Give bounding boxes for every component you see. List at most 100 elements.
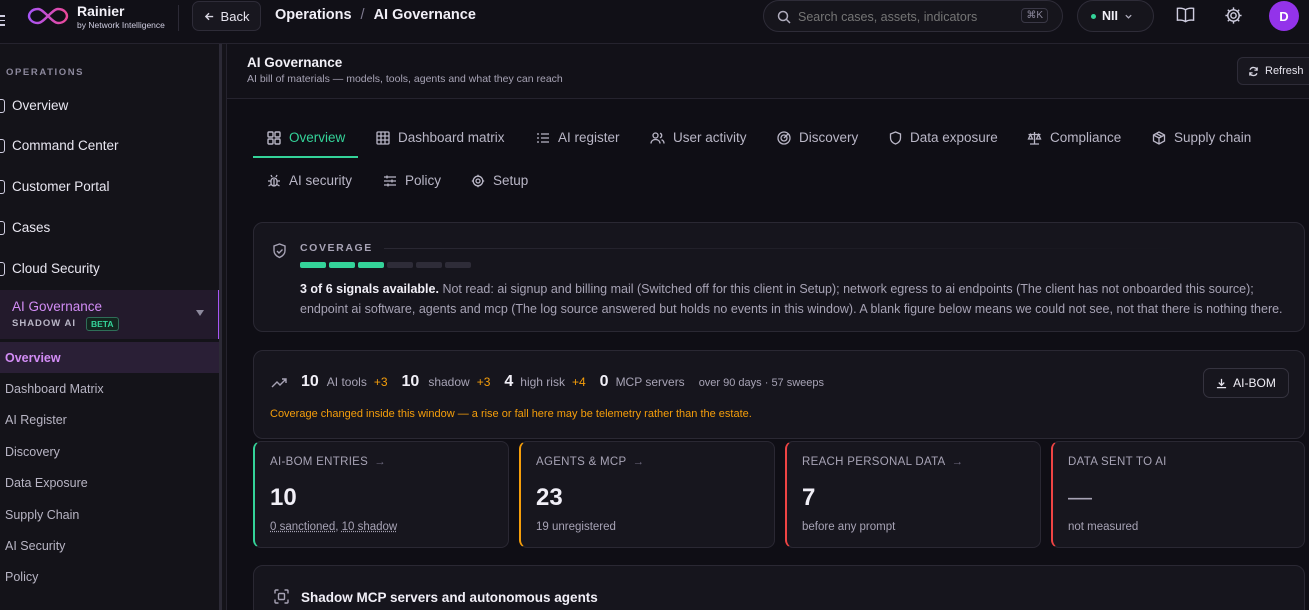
tab-ai-register[interactable]: AI register — [536, 130, 620, 145]
tab-label: User activity — [673, 130, 747, 145]
sidebar-subitem-ai-security[interactable]: AI Security — [5, 539, 65, 553]
sidebar-item-ai-governance[interactable]: AI Governance SHADOW AI BETA — [0, 290, 221, 339]
breadcrumb-separator: / — [360, 7, 365, 23]
coverage-warning: Coverage changed inside this window — a … — [270, 408, 752, 420]
sidebar-item-label: Overview — [12, 98, 69, 113]
tab-data-exposure[interactable]: Data exposure — [889, 130, 998, 145]
square-icon — [0, 220, 5, 235]
tab-discovery[interactable]: Discovery — [777, 130, 858, 145]
search-input[interactable] — [798, 7, 1008, 26]
square-icon — [0, 261, 5, 276]
package-icon — [1152, 130, 1166, 145]
sidebar-item-label: Command Center — [12, 138, 119, 153]
tab-ai-security[interactable]: AI security — [267, 173, 352, 188]
tenant-status-dot — [1091, 13, 1096, 19]
stat-value: 7 — [802, 484, 816, 511]
sidebar-subitem-dashboard-matrix[interactable]: Dashboard Matrix — [5, 382, 104, 396]
aibom-button[interactable]: AI-BOM — [1203, 368, 1289, 398]
sidebar-subitem-discovery[interactable]: Discovery — [5, 445, 60, 459]
square-icon — [0, 179, 5, 194]
tenant-selector[interactable]: NII — [1077, 0, 1154, 32]
sidebar-item-command-center[interactable]: Command Center — [0, 138, 119, 153]
search-box[interactable]: ⌘K — [763, 0, 1063, 32]
sidebar-section-title: OPERATIONS — [6, 67, 85, 78]
stat-subtext: 0 sanctioned, 10 shadow — [270, 521, 398, 533]
coverage-segment — [300, 262, 326, 268]
sidebar-subitem-ai-register[interactable]: AI Register — [5, 413, 67, 427]
stat-card-agents-mcp[interactable]: AGENTS & MCP → 23 19 unregistered — [519, 441, 775, 548]
breadcrumb: Operations / AI Governance — [275, 7, 476, 23]
tab-compliance[interactable]: Compliance — [1027, 130, 1121, 145]
stat-subtext: 19 unregistered — [536, 521, 616, 533]
list-icon — [537, 132, 549, 143]
tab-label: Compliance — [1050, 130, 1122, 145]
ai-tools-delta: +3 — [373, 375, 388, 389]
gear-icon — [471, 174, 485, 187]
sidebar-item-overview[interactable]: Overview — [0, 98, 68, 113]
sidebar-item-cases[interactable]: Cases — [0, 220, 50, 235]
ai-tools-label: AI tools — [326, 375, 367, 389]
tab-label: Overview — [289, 130, 346, 145]
shadow-delta: +3 — [476, 375, 491, 389]
coverage-segment — [358, 262, 384, 268]
scale-icon — [1027, 131, 1042, 145]
sidebar-subitem-policy[interactable]: Policy — [5, 570, 38, 584]
stat-card-aibom-entries[interactable]: AI-BOM ENTRIES → 10 0 sanctioned, 10 shad… — [253, 441, 509, 548]
tab-setup[interactable]: Setup — [471, 173, 528, 188]
sidebar-scrollbar[interactable] — [219, 44, 222, 610]
sidebar-item-label: Cloud Security — [12, 261, 100, 276]
beta-badge: BETA — [86, 317, 119, 331]
users-icon — [650, 131, 665, 144]
tab-label: Dashboard matrix — [398, 130, 505, 145]
tab-label: Discovery — [799, 130, 859, 145]
back-button-label: Back — [220, 8, 250, 24]
tab-policy[interactable]: Policy — [383, 173, 441, 188]
avatar[interactable]: D — [1269, 1, 1299, 31]
sanctioned-link[interactable]: 0 sanctioned — [270, 521, 335, 533]
refresh-label: Refresh — [1265, 65, 1304, 77]
coverage-label: COVERAGE — [300, 242, 373, 254]
high-risk-label: high risk — [520, 375, 565, 389]
sidebar-subitem-supply-chain[interactable]: Supply Chain — [5, 508, 79, 522]
sidebar-subitem-overview-label[interactable]: Overview — [5, 351, 61, 365]
tab-dashboard-matrix[interactable]: Dashboard matrix — [376, 130, 505, 145]
tenant-name: NII — [1102, 9, 1118, 23]
arrow-right-icon: → — [374, 456, 386, 468]
shadow-label: shadow — [428, 375, 470, 389]
mcp-count: 0 — [599, 373, 609, 390]
summary-window: over 90 days · 57 sweeps — [698, 377, 825, 389]
download-icon — [1217, 378, 1227, 388]
arrow-right-icon: → — [632, 456, 645, 468]
stat-subtext: before any prompt — [802, 521, 896, 533]
refresh-button[interactable]: Refresh — [1237, 57, 1309, 85]
gear-icon[interactable] — [1224, 6, 1243, 25]
ai-tools-count: 10 — [301, 373, 319, 390]
tab-supply-chain[interactable]: Supply chain — [1152, 130, 1251, 145]
shadow-link[interactable]: 10 shadow — [342, 521, 398, 533]
stat-card-reach-personal-data[interactable]: REACH PERSONAL DATA → 7 before any prompt — [785, 441, 1041, 548]
menu-icon[interactable] — [0, 15, 5, 27]
brand-logo-icon[interactable] — [27, 6, 69, 26]
tab-overview[interactable]: Overview — [267, 130, 345, 145]
sidebar-item-customer-portal[interactable]: Customer Portal — [0, 179, 110, 194]
square-icon — [0, 138, 5, 153]
stat-value: 23 — [536, 484, 563, 511]
sidebar-item-cloud-security[interactable]: Cloud Security — [0, 261, 100, 276]
sidebar-subitem-data-exposure[interactable]: Data Exposure — [5, 476, 88, 490]
high-risk-delta: +4 — [571, 375, 586, 389]
caret-down-icon — [196, 310, 204, 316]
back-button[interactable]: Back — [192, 1, 261, 31]
coverage-meter — [300, 262, 474, 268]
breadcrumb-operations[interactable]: Operations — [275, 7, 352, 23]
divider — [178, 5, 179, 31]
page-subtitle: AI bill of materials — models, tools, ag… — [247, 73, 563, 85]
stat-subtext: not measured — [1068, 521, 1139, 533]
tab-user-activity[interactable]: User activity — [650, 130, 747, 145]
shield-check-icon — [273, 243, 286, 259]
stat-value: 10 — [270, 484, 297, 511]
book-icon[interactable] — [1176, 6, 1195, 24]
shield-icon — [889, 130, 902, 145]
breadcrumb-ai-governance: AI Governance — [373, 7, 476, 23]
radar-icon — [777, 130, 791, 145]
avatar-initial: D — [1279, 8, 1289, 24]
